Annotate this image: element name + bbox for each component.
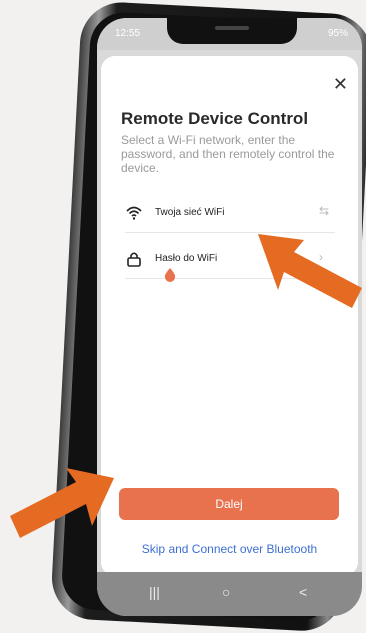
water-drop-icon: [164, 268, 176, 282]
wifi-network-label: Twoja sieć WiFi: [155, 207, 225, 218]
home-button[interactable]: ○: [222, 584, 230, 600]
wifi-icon: [126, 206, 142, 220]
notch: [167, 18, 297, 44]
swap-icon[interactable]: ⇆: [319, 204, 335, 220]
bluetooth-link[interactable]: Skip and Connect over Bluetooth: [101, 542, 358, 556]
pointer-arrow-icon: [258, 234, 362, 308]
wifi-network-field[interactable]: Twoja sieć WiFi ⇆: [125, 194, 335, 233]
status-battery: 95%: [327, 28, 348, 39]
recents-button[interactable]: |||: [149, 584, 160, 600]
dialog-title: Remote Device Control: [121, 109, 309, 128]
status-time: 12:55: [115, 28, 141, 39]
close-icon[interactable]: ✕: [333, 74, 348, 95]
pointer-arrow-icon: [10, 468, 114, 538]
phone-screen: 12:55 95% ✕ Remote Device Control Select…: [97, 18, 362, 616]
android-nav-bar: ||| ○ <: [97, 572, 362, 616]
back-button[interactable]: <: [299, 584, 307, 600]
next-button[interactable]: Dalej: [119, 488, 339, 520]
dialog-description: Select a Wi-Fi network, enter the passwo…: [121, 133, 335, 175]
speaker: [215, 26, 249, 30]
wifi-password-label: Hasło do WiFi: [155, 253, 218, 264]
dialog-card: ✕ Remote Device Control Select a Wi-Fi n…: [101, 56, 358, 576]
lock-icon: [127, 252, 141, 267]
